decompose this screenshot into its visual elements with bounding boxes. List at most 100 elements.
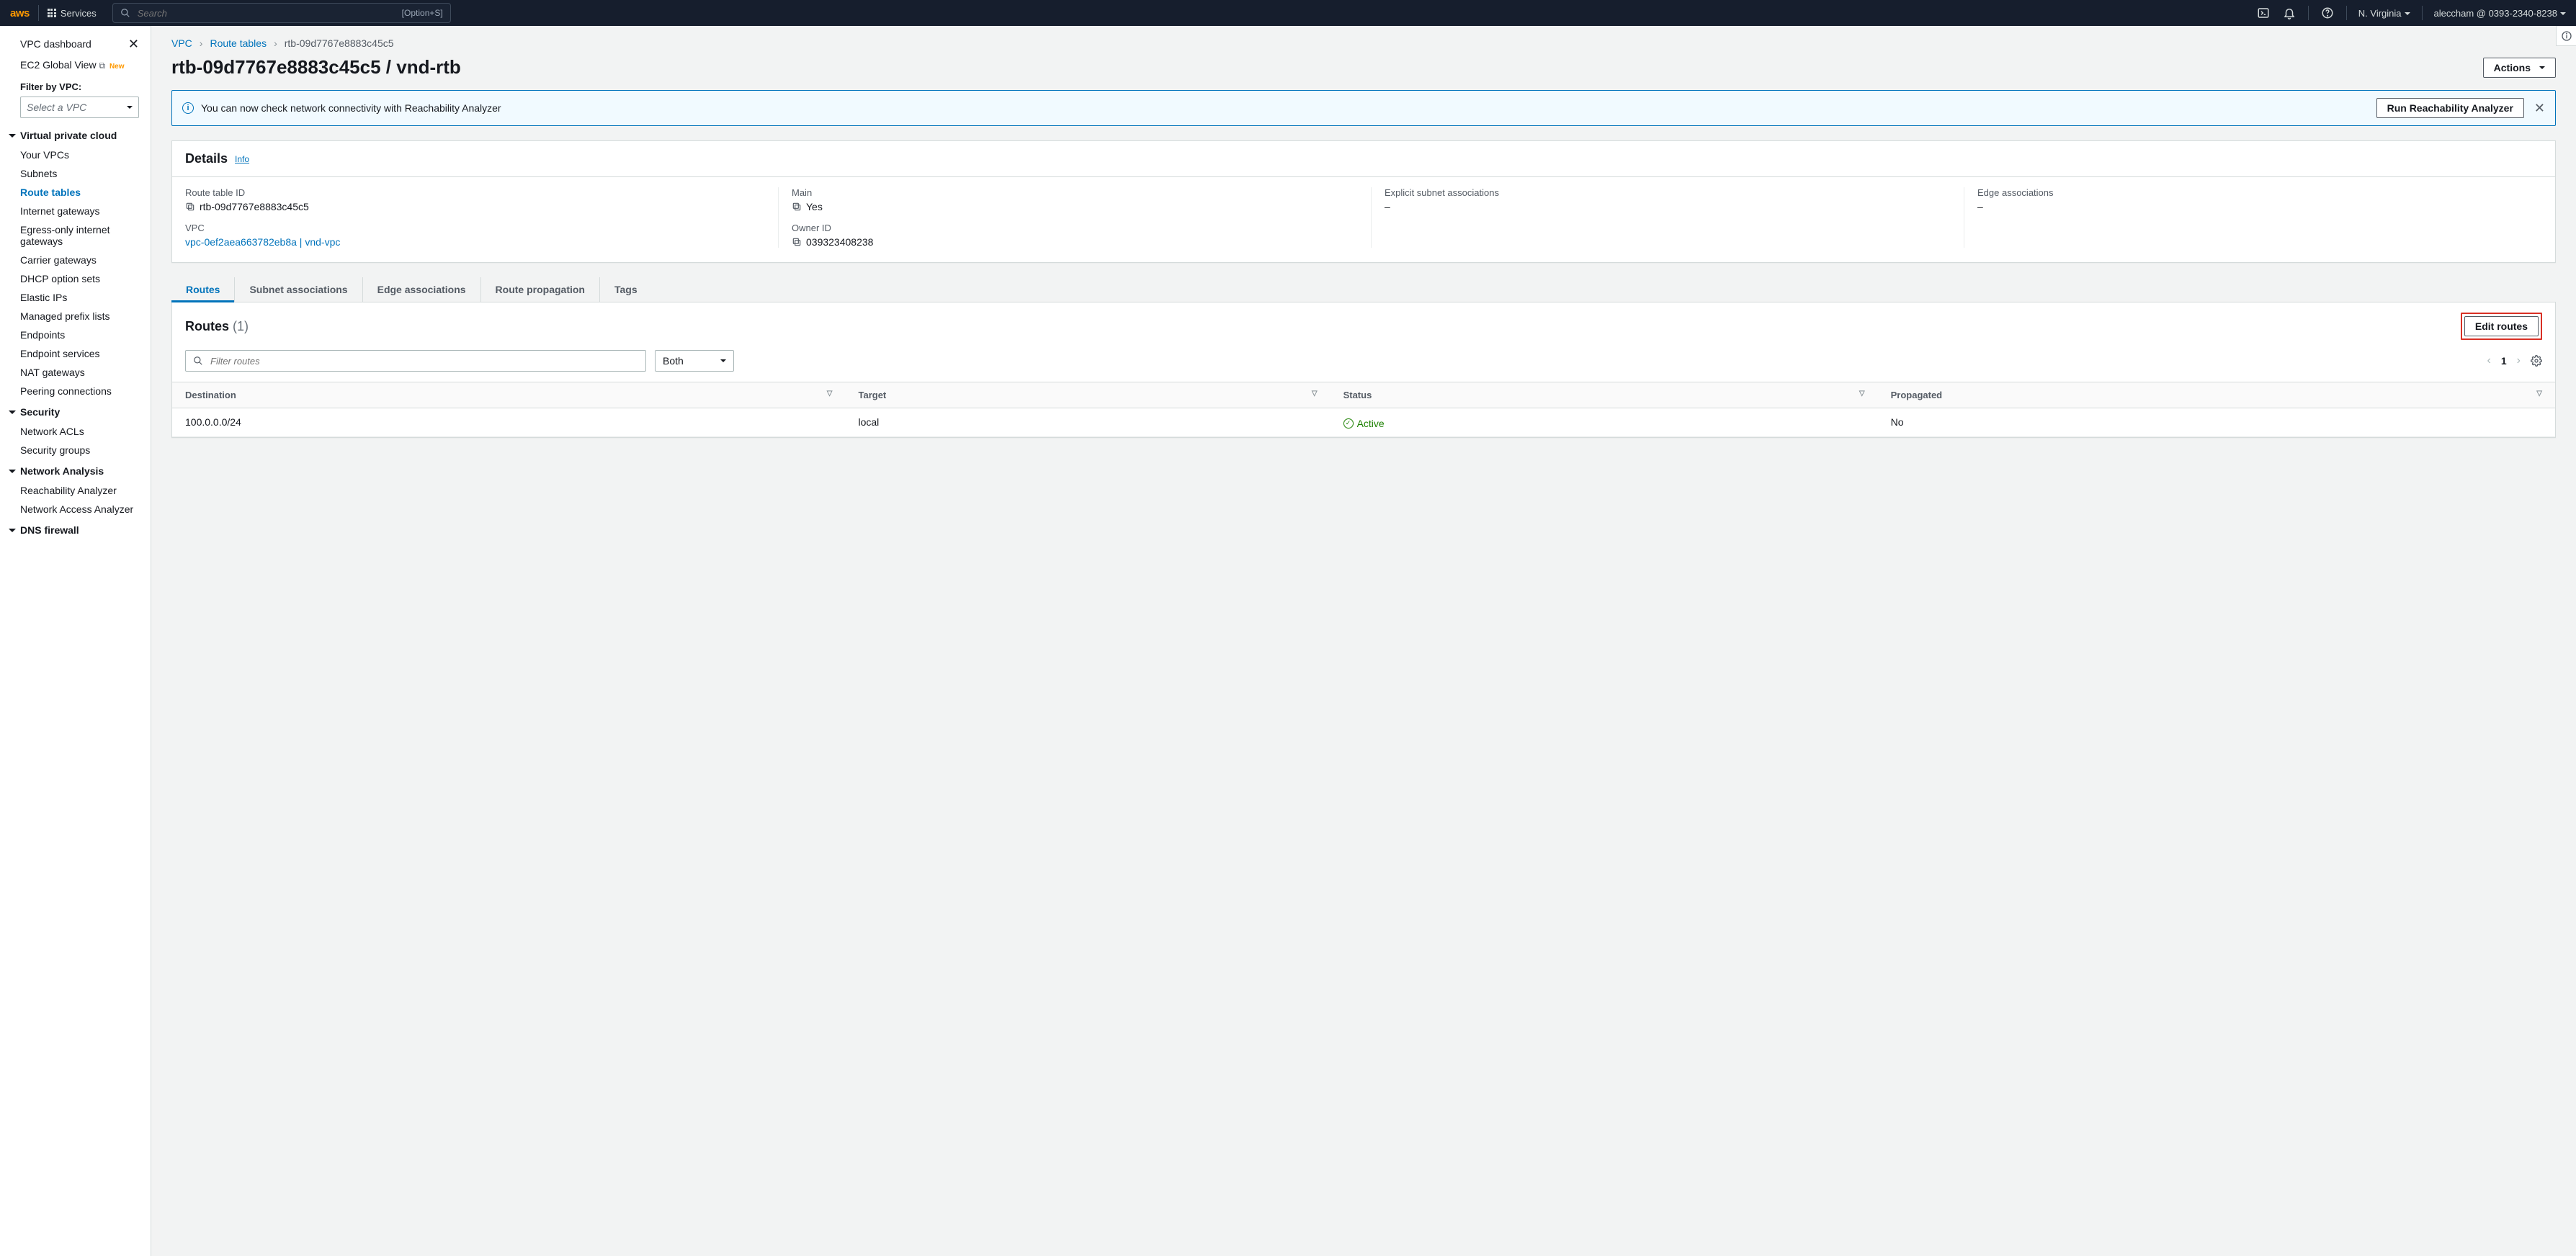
- info-banner: i You can now check network connectivity…: [171, 90, 2556, 126]
- info-rail-toggle[interactable]: [2556, 26, 2576, 46]
- tabs: Routes Subnet associations Edge associat…: [171, 277, 2556, 302]
- actions-button[interactable]: Actions: [2483, 58, 2556, 78]
- gear-icon[interactable]: [2531, 355, 2542, 367]
- field-label: Explicit subnet associations: [1385, 187, 1946, 198]
- sort-icon: ▽: [2536, 390, 2542, 398]
- col-status[interactable]: Status▽: [1331, 382, 1878, 408]
- cell-destination: 100.0.0.0/24: [172, 408, 846, 437]
- sidebar-section-analysis[interactable]: Network Analysis: [0, 459, 151, 481]
- field-value: rtb-09d7767e8883c45c5: [200, 201, 309, 212]
- help-icon[interactable]: [2320, 6, 2335, 20]
- copy-icon[interactable]: [792, 202, 802, 212]
- search-icon: [193, 356, 203, 366]
- page-number: 1: [2501, 355, 2507, 367]
- field-value: 039323408238: [806, 236, 873, 248]
- sidebar-item-subnets[interactable]: Subnets: [0, 164, 151, 183]
- external-icon: ⧉: [99, 60, 105, 71]
- sidebar-ec2-global[interactable]: EC2 Global View ⧉ New: [0, 55, 151, 76]
- chevron-right-icon: ›: [274, 37, 277, 49]
- vpc-link[interactable]: vpc-0ef2aea663782eb8a | vnd-vpc: [185, 236, 340, 248]
- copy-icon[interactable]: [792, 237, 802, 247]
- tab-route-propagation[interactable]: Route propagation: [481, 277, 600, 302]
- close-icon[interactable]: ✕: [2534, 101, 2545, 116]
- routes-panel: Routes (1) Edit routes Both: [171, 302, 2556, 438]
- cell-propagated: No: [1878, 408, 2555, 437]
- grid-icon: [48, 9, 56, 17]
- run-reachability-button[interactable]: Run Reachability Analyzer: [2376, 98, 2524, 118]
- sidebar-section-vpc[interactable]: Virtual private cloud: [0, 124, 151, 145]
- top-nav: aws Services [Option+S] N. Virginia alec…: [0, 0, 2576, 26]
- cell-target: local: [846, 408, 1331, 437]
- details-info-link[interactable]: Info: [235, 154, 249, 164]
- breadcrumb-current: rtb-09d7767e8883c45c5: [285, 37, 394, 49]
- sidebar-item-peering[interactable]: Peering connections: [0, 382, 151, 400]
- main-content: VPC › Route tables › rtb-09d7767e8883c45…: [151, 26, 2576, 1256]
- account-menu[interactable]: aleccham @ 0393-2340-8238: [2434, 8, 2566, 19]
- chevron-down-icon: [127, 106, 133, 112]
- filter-input[interactable]: [209, 355, 638, 367]
- vpc-filter-select[interactable]: Select a VPC: [20, 97, 139, 118]
- search-input[interactable]: [136, 7, 396, 19]
- cloudshell-icon[interactable]: [2256, 6, 2271, 20]
- sidebar-item-your-vpcs[interactable]: Your VPCs: [0, 145, 151, 164]
- sidebar-item-managed-prefix-lists[interactable]: Managed prefix lists: [0, 307, 151, 326]
- prev-page-button[interactable]: ‹: [2487, 354, 2491, 367]
- sort-icon: ▽: [1859, 390, 1865, 398]
- tab-tags[interactable]: Tags: [600, 277, 652, 302]
- sidebar-item-carrier-gateways[interactable]: Carrier gateways: [0, 251, 151, 269]
- copy-icon[interactable]: [185, 202, 195, 212]
- sort-icon: ▽: [1312, 390, 1318, 398]
- sidebar-section-dns[interactable]: DNS firewall: [0, 519, 151, 540]
- sidebar-item-endpoint-services[interactable]: Endpoint services: [0, 344, 151, 363]
- caret-down-icon: [2405, 12, 2410, 18]
- triangle-down-icon: [9, 411, 16, 418]
- sidebar-item-security-groups[interactable]: Security groups: [0, 441, 151, 459]
- sidebar-item-network-access-analyzer[interactable]: Network Access Analyzer: [0, 500, 151, 519]
- field-label: Route table ID: [185, 187, 761, 198]
- breadcrumb-vpc[interactable]: VPC: [171, 37, 192, 49]
- edit-routes-button[interactable]: Edit routes: [2464, 316, 2539, 336]
- sidebar-dashboard[interactable]: VPC dashboard: [20, 38, 91, 50]
- services-menu[interactable]: Services: [48, 8, 104, 19]
- field-label: Owner ID: [792, 223, 1354, 233]
- tab-edge-associations[interactable]: Edge associations: [363, 277, 481, 302]
- caret-down-icon: [2539, 66, 2545, 72]
- close-icon[interactable]: ✕: [128, 37, 139, 50]
- global-search[interactable]: [Option+S]: [112, 3, 451, 23]
- sidebar-item-nat-gateways[interactable]: NAT gateways: [0, 363, 151, 382]
- sidebar-item-internet-gateways[interactable]: Internet gateways: [0, 202, 151, 220]
- sidebar-item-reachability-analyzer[interactable]: Reachability Analyzer: [0, 481, 151, 500]
- sidebar-item-network-acls[interactable]: Network ACLs: [0, 422, 151, 441]
- sidebar-section-security[interactable]: Security: [0, 400, 151, 422]
- chevron-right-icon: ›: [200, 37, 203, 49]
- filter-routes-search[interactable]: [185, 350, 646, 372]
- table-row[interactable]: 100.0.0.0/24 local ✓ Active No: [172, 408, 2555, 437]
- col-target[interactable]: Target▽: [846, 382, 1331, 408]
- sidebar-item-dhcp-option-sets[interactable]: DHCP option sets: [0, 269, 151, 288]
- sidebar-item-egress-gateways[interactable]: Egress-only internet gateways: [0, 220, 151, 251]
- details-heading: Details: [185, 151, 228, 166]
- bell-icon[interactable]: [2282, 6, 2297, 20]
- aws-logo[interactable]: aws: [10, 5, 39, 21]
- sidebar-item-endpoints[interactable]: Endpoints: [0, 326, 151, 344]
- region-selector[interactable]: N. Virginia: [2358, 8, 2410, 19]
- sidebar-item-elastic-ips[interactable]: Elastic IPs: [0, 288, 151, 307]
- sidebar-item-route-tables[interactable]: Route tables: [0, 183, 151, 202]
- tab-subnet-associations[interactable]: Subnet associations: [235, 277, 362, 302]
- triangle-down-icon: [9, 134, 16, 141]
- field-label: Main: [792, 187, 1354, 198]
- filter-label: Filter by VPC:: [0, 76, 151, 94]
- search-hint: [Option+S]: [402, 8, 443, 18]
- col-propagated[interactable]: Propagated▽: [1878, 382, 2555, 408]
- field-value: Yes: [806, 201, 823, 212]
- field-label: Edge associations: [1977, 187, 2539, 198]
- breadcrumb-route-tables[interactable]: Route tables: [210, 37, 267, 49]
- search-icon: [120, 8, 130, 18]
- routes-table: Destination▽ Target▽ Status▽ Propagated▽…: [172, 382, 2555, 437]
- next-page-button[interactable]: ›: [2517, 354, 2521, 367]
- status-badge: ✓ Active: [1343, 418, 1385, 429]
- col-destination[interactable]: Destination▽: [172, 382, 846, 408]
- scope-select[interactable]: Both: [655, 350, 734, 372]
- tab-routes[interactable]: Routes: [171, 277, 235, 302]
- routes-count: (1): [233, 319, 249, 333]
